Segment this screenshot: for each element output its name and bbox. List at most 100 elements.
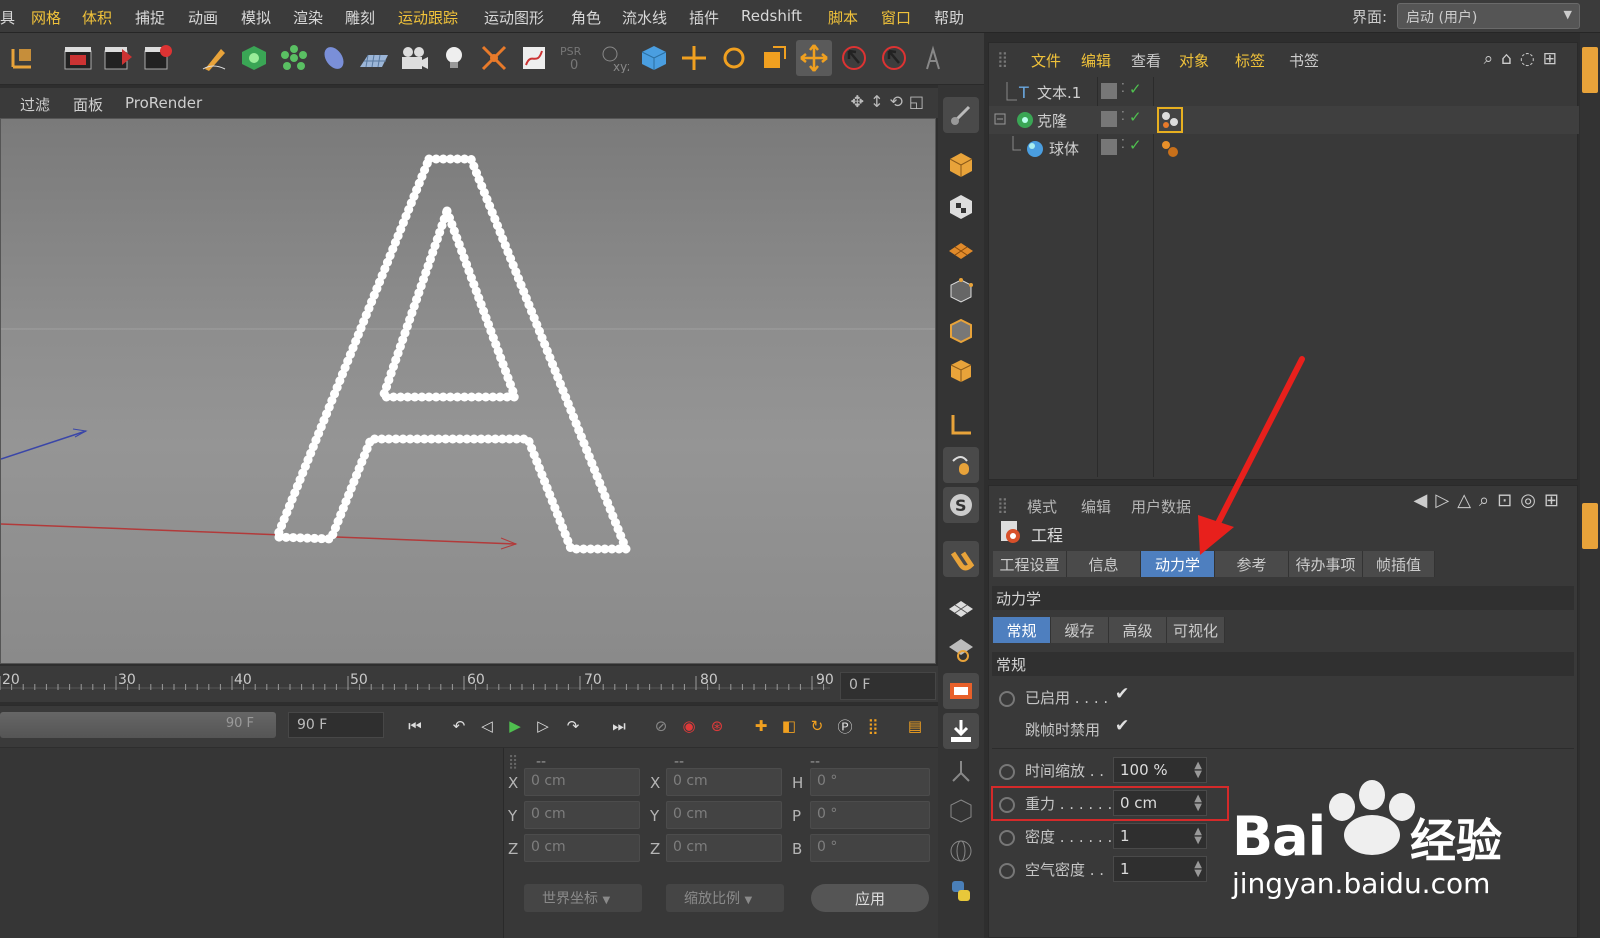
layout-select[interactable]: 启动 (用户) ▼ bbox=[1397, 3, 1580, 29]
menu-item-14[interactable]: 脚本 bbox=[828, 7, 858, 28]
axis-mode-icon[interactable] bbox=[943, 407, 979, 443]
attr-menu-edit[interactable]: 编辑 bbox=[1081, 496, 1111, 517]
magnet-icon[interactable] bbox=[943, 541, 979, 577]
position-x-field[interactable]: 0 cm bbox=[524, 768, 640, 796]
object-cube-icon[interactable] bbox=[636, 40, 672, 76]
key-rotation-icon[interactable]: ↻ bbox=[804, 712, 830, 740]
menu-item-15[interactable]: 窗口 bbox=[881, 7, 911, 28]
points-mode-icon[interactable] bbox=[943, 273, 979, 309]
cube-generator-icon[interactable] bbox=[236, 40, 272, 76]
key-pla-icon[interactable]: ⣿ bbox=[860, 712, 886, 740]
tab-info[interactable]: 信息 bbox=[1067, 551, 1141, 577]
next-frame-icon[interactable]: ▷ bbox=[530, 712, 556, 740]
render-view-icon[interactable] bbox=[60, 40, 96, 76]
layer-swatch-icon[interactable] bbox=[1101, 111, 1117, 127]
viewport-menu-filter[interactable]: 过滤 bbox=[20, 94, 50, 115]
menu-item-11[interactable]: 流水线 bbox=[622, 7, 667, 28]
floor-icon[interactable] bbox=[356, 40, 392, 76]
prev-frame-icon[interactable]: ◁ bbox=[474, 712, 500, 740]
brush-sculpt-icon[interactable] bbox=[943, 97, 979, 133]
position-y-field[interactable]: 0 cm bbox=[524, 801, 640, 829]
current-frame-field[interactable]: 0 F bbox=[840, 672, 936, 700]
scale-mode-dropdown[interactable]: 缩放比例 ▼ bbox=[666, 884, 784, 912]
rotation-h-field[interactable]: 0 ° bbox=[810, 768, 930, 796]
obj-menu-item-1[interactable]: 编辑 bbox=[1081, 50, 1111, 71]
visibility-dots-icon[interactable]: ⁚ bbox=[1121, 109, 1125, 123]
rotation-b-field[interactable]: 0 ° bbox=[810, 834, 930, 862]
size-y-field[interactable]: 0 cm bbox=[666, 801, 782, 829]
subtab-cache[interactable]: 缓存 bbox=[1051, 617, 1109, 643]
play-icon[interactable]: ▶ bbox=[502, 712, 528, 740]
enabled-checkbox[interactable]: ✔ bbox=[1115, 684, 1129, 704]
tweak-mode-icon[interactable] bbox=[943, 447, 979, 483]
enabled-check-icon[interactable]: ✓ bbox=[1129, 108, 1142, 126]
gravity-field[interactable]: 0 cm ▲ ▼ bbox=[1113, 790, 1207, 816]
joint-icon[interactable] bbox=[943, 753, 979, 789]
tab-frame-interpolation[interactable]: 帧插值 bbox=[1363, 551, 1435, 577]
menu-item-9[interactable]: 运动图形 bbox=[484, 7, 544, 28]
layer-swatch-icon[interactable] bbox=[1101, 139, 1117, 155]
menu-item-16[interactable]: 帮助 bbox=[934, 7, 964, 28]
deformer-icon[interactable] bbox=[316, 40, 352, 76]
time-scale-anim-radio[interactable] bbox=[999, 764, 1015, 780]
rotation-p-field[interactable]: 0 ° bbox=[810, 801, 930, 829]
density-field[interactable]: 1 ▲ ▼ bbox=[1113, 823, 1207, 849]
menu-item-6[interactable]: 渲染 bbox=[293, 7, 323, 28]
menu-item-13[interactable]: Redshift bbox=[741, 7, 802, 25]
spinner-icon[interactable]: ▲ ▼ bbox=[1194, 827, 1202, 846]
spinner-icon[interactable]: ▲ ▼ bbox=[1194, 794, 1202, 813]
timeline-ruler[interactable]: 20 30 40 50 60 70 80 90 bbox=[0, 666, 938, 702]
menu-item-2[interactable]: 体积 bbox=[82, 7, 112, 28]
sphere-wire-icon[interactable] bbox=[943, 833, 979, 869]
dynamics-body-tag-icon[interactable] bbox=[1157, 107, 1183, 133]
air-density-field[interactable]: 1 ▲ ▼ bbox=[1113, 856, 1207, 882]
apply-button[interactable]: 应用 bbox=[811, 884, 929, 912]
key-param-icon[interactable]: Ⓟ bbox=[832, 712, 858, 740]
side-tab-objects[interactable] bbox=[1582, 47, 1598, 93]
obj-menu-item-5[interactable]: 书签 bbox=[1289, 50, 1319, 71]
attr-menu-mode[interactable]: 模式 bbox=[1027, 496, 1057, 517]
attribute-manager-tools[interactable]: ◀▷△⌕⊡◎⊞ bbox=[1414, 490, 1567, 511]
tab-project-settings[interactable]: 工程设置 bbox=[993, 551, 1067, 577]
model-mode-icon[interactable] bbox=[943, 147, 979, 183]
spinner-icon[interactable]: ▲ ▼ bbox=[1194, 761, 1202, 780]
light-icon[interactable] bbox=[436, 40, 472, 76]
cloner-icon[interactable] bbox=[276, 40, 312, 76]
coordinate-system-icon[interactable] bbox=[4, 40, 40, 76]
tree-row-text[interactable]: T 文本.1 ⁚ ✓ bbox=[989, 78, 1579, 106]
symmetry-icon[interactable] bbox=[476, 40, 512, 76]
menu-item-8[interactable]: 运动跟踪 bbox=[398, 7, 458, 28]
object-name-cloner[interactable]: 克隆 bbox=[1037, 110, 1067, 131]
object-manager-tools[interactable]: ⌕⌂◌⊞ bbox=[1484, 49, 1565, 69]
obj-menu-item-4[interactable]: 标签 bbox=[1235, 50, 1265, 71]
goto-end-icon[interactable]: ⏭ bbox=[606, 712, 632, 740]
render-settings-icon[interactable] bbox=[140, 40, 176, 76]
tree-row-cloner[interactable]: 克隆 ⁚ ✓ bbox=[989, 106, 1579, 134]
size-z-field[interactable]: 0 cm bbox=[666, 834, 782, 862]
subtab-visualization[interactable]: 可视化 bbox=[1167, 617, 1225, 643]
key-scale-icon[interactable]: ◧ bbox=[776, 712, 802, 740]
size-x-field[interactable]: 0 cm bbox=[666, 768, 782, 796]
download-icon[interactable] bbox=[943, 713, 979, 749]
live-selection-icon[interactable] bbox=[836, 40, 872, 76]
prev-key-icon[interactable]: ↶ bbox=[446, 712, 472, 740]
xyz-lock-icon[interactable]: xyz bbox=[596, 40, 632, 76]
enabled-anim-radio[interactable] bbox=[999, 691, 1015, 707]
enabled-check-icon[interactable]: ✓ bbox=[1129, 80, 1142, 98]
move-axis-icon[interactable] bbox=[676, 40, 712, 76]
camera-icon[interactable] bbox=[396, 40, 432, 76]
disable-on-skip-checkbox[interactable]: ✔ bbox=[1115, 716, 1129, 736]
subtab-expert[interactable]: 高级 bbox=[1109, 617, 1167, 643]
visibility-dots-icon[interactable]: ⁚ bbox=[1121, 81, 1125, 95]
gravity-anim-radio[interactable] bbox=[999, 797, 1015, 813]
viewport-nav-icons[interactable]: ✥↕⟲◱ bbox=[851, 92, 930, 111]
menu-item-3[interactable]: 捕捉 bbox=[135, 7, 165, 28]
attr-menu-userdata[interactable]: 用户数据 bbox=[1131, 496, 1191, 517]
goto-start-icon[interactable]: ⏮ bbox=[402, 712, 428, 740]
brush-tool-icon[interactable] bbox=[916, 40, 952, 76]
edges-mode-icon[interactable] bbox=[943, 313, 979, 349]
move-tool-icon[interactable] bbox=[796, 40, 832, 76]
obj-menu-item-3[interactable]: 对象 bbox=[1179, 50, 1209, 71]
world-coords-dropdown[interactable]: 世界坐标 ▼ bbox=[524, 884, 642, 912]
subtab-general[interactable]: 常规 bbox=[993, 617, 1051, 643]
